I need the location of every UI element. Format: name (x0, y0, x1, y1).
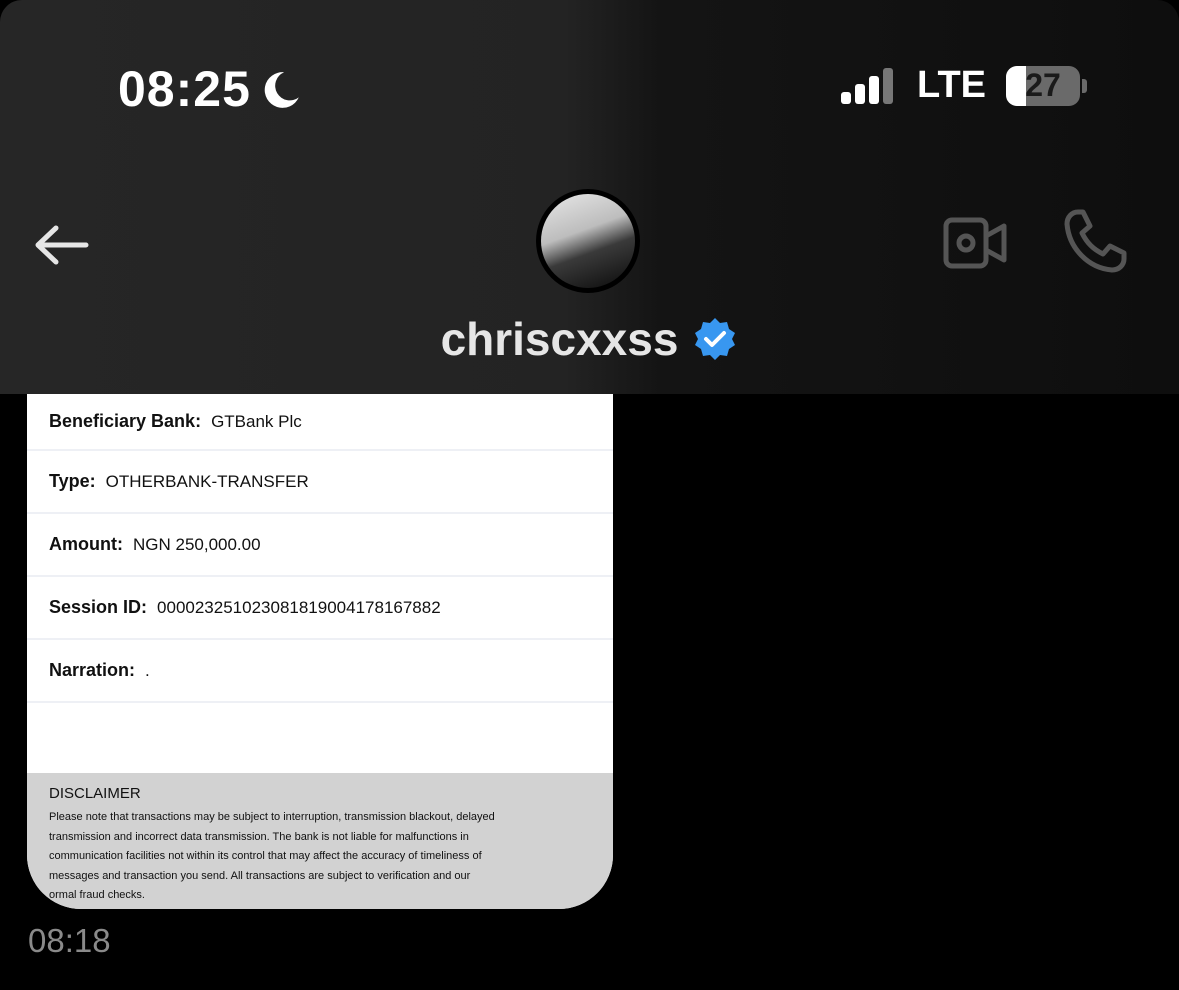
moon-icon (264, 72, 299, 108)
receipt-label: Session ID: (49, 597, 148, 617)
battery-icon: 27 (1006, 65, 1080, 106)
receipt-value: OTHERBANK-TRANSFER (105, 471, 309, 491)
disclaimer-line: ormal fraud checks. (49, 889, 145, 901)
receipt-value: 000023251023081819004178167882 (157, 597, 441, 617)
username[interactable]: chriscxxss (441, 312, 679, 366)
receipt-row: Session ID: 0000232510230818190041781678… (27, 577, 613, 640)
receipt-label: Type: (49, 471, 96, 491)
verified-badge-icon (695, 318, 736, 360)
disclaimer-text: Please note that transactions may be sub… (49, 808, 591, 906)
disclaimer-title: DISCLAIMER (49, 785, 141, 802)
battery-tip (1082, 78, 1087, 93)
avatar-image (541, 194, 635, 288)
disclaimer-line: messages and transaction you send. All t… (49, 869, 471, 882)
network-type: LTE (917, 64, 986, 106)
back-arrow-icon[interactable] (32, 222, 90, 268)
receipt-label: Narration: (49, 660, 136, 680)
receipt-row: Narration: . (27, 640, 613, 703)
receipt-row: Beneficiary Bank: GTBank Plc (27, 394, 613, 451)
message-timestamp: 08:18 (28, 922, 111, 959)
battery-fill (1006, 65, 1026, 106)
username-row[interactable]: chriscxxss (0, 312, 1179, 366)
status-bar-right: LTE 27 (841, 64, 1087, 107)
disclaimer-line: Please note that transactions may be sub… (49, 811, 495, 823)
clock-text: 08:25 (118, 61, 251, 117)
cellular-signal-icon (841, 67, 894, 104)
receipt-label: Amount: (49, 534, 123, 554)
receipt-value: . (145, 660, 150, 680)
avatar[interactable] (536, 189, 640, 293)
receipt-image-attachment[interactable]: Beneficiary Bank: GTBank Plc Type: OTHER… (27, 394, 613, 909)
disclaimer-line: communication facilities not within its … (49, 850, 482, 862)
receipt-row: Amount: NGN 250,000.00 (27, 514, 613, 577)
receipt-row: Type: OTHERBANK-TRANSFER (27, 451, 613, 514)
battery-level: 27 (1025, 67, 1061, 103)
status-bar-time: 08:25 (118, 60, 303, 118)
receipt-label: Beneficiary Bank: (49, 411, 202, 431)
receipt-value: NGN 250,000.00 (132, 534, 261, 554)
disclaimer-line: transmission and incorrect data transmis… (49, 830, 469, 843)
video-call-icon[interactable] (942, 214, 1008, 272)
disclaimer-section: DISCLAIMER Please note that transactions… (27, 773, 613, 909)
phone-call-icon[interactable] (1062, 206, 1128, 276)
chat-header: 08:25 LTE 27 chriscxxss (0, 0, 1179, 394)
receipt-value: GTBank Plc (211, 411, 302, 431)
